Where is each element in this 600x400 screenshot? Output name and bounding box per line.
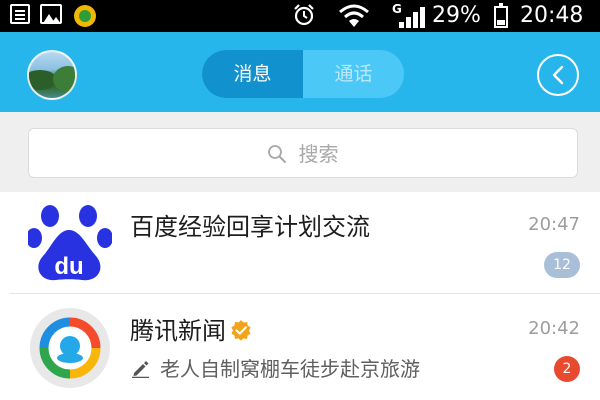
app-header: 消息 通话 (0, 32, 600, 112)
conversation-name-row: 腾讯新闻 (130, 311, 252, 346)
search-placeholder: 搜索 (298, 141, 339, 166)
tab-switcher: 消息 通话 (202, 50, 404, 98)
edit-icon (132, 361, 149, 378)
alarm-icon (294, 4, 314, 26)
tencent-news-icon (30, 308, 110, 388)
message-preview: 老人自制窝棚车徒步赴京旅游 (160, 357, 420, 381)
verified-icon (231, 320, 251, 341)
svg-text:du: du (54, 253, 83, 280)
image-icon (40, 4, 62, 24)
status-bar: G 29% 20:48 (0, 0, 600, 32)
wifi-icon (339, 4, 369, 27)
app-icon (74, 5, 96, 27)
list-item[interactable]: 腾讯新闻 20:42 老人自制窝棚车徒步赴京旅游 2 (0, 296, 600, 396)
conversation-list: du 百度经验回享计划交流 20:47 12 腾讯新闻 20:42 老人自制窝棚… (0, 192, 600, 400)
unread-badge: 2 (554, 356, 580, 382)
conversation-time: 20:47 (528, 214, 580, 235)
unread-badge: 12 (544, 252, 580, 278)
status-time: 20:48 (520, 3, 584, 28)
battery-icon (494, 3, 508, 28)
divider (10, 293, 600, 294)
baidu-paw-icon: du (28, 205, 112, 281)
back-button[interactable] (537, 54, 579, 96)
conversation-name: 百度经验回享计划交流 (130, 213, 370, 241)
user-avatar[interactable] (27, 50, 77, 100)
search-area: 搜索 (0, 112, 600, 192)
tab-messages[interactable]: 消息 (202, 50, 303, 98)
list-item[interactable]: du 百度经验回享计划交流 20:47 12 (0, 192, 600, 294)
tab-calls[interactable]: 通话 (303, 50, 404, 98)
search-input[interactable]: 搜索 (28, 128, 578, 178)
search-icon (268, 144, 287, 163)
battery-percent: 29% (432, 3, 481, 28)
notes-icon (10, 4, 30, 24)
chevron-left-icon (552, 65, 564, 85)
message-preview-row: 老人自制窝棚车徒步赴京旅游 (130, 353, 420, 382)
conversation-name: 腾讯新闻 (130, 317, 226, 345)
chat-list-screen: G 29% 20:48 消息 通话 搜索 du 百度经验回享计划交流 20:47… (0, 0, 600, 400)
conversation-time: 20:42 (528, 318, 580, 339)
signal-icon (399, 6, 425, 28)
